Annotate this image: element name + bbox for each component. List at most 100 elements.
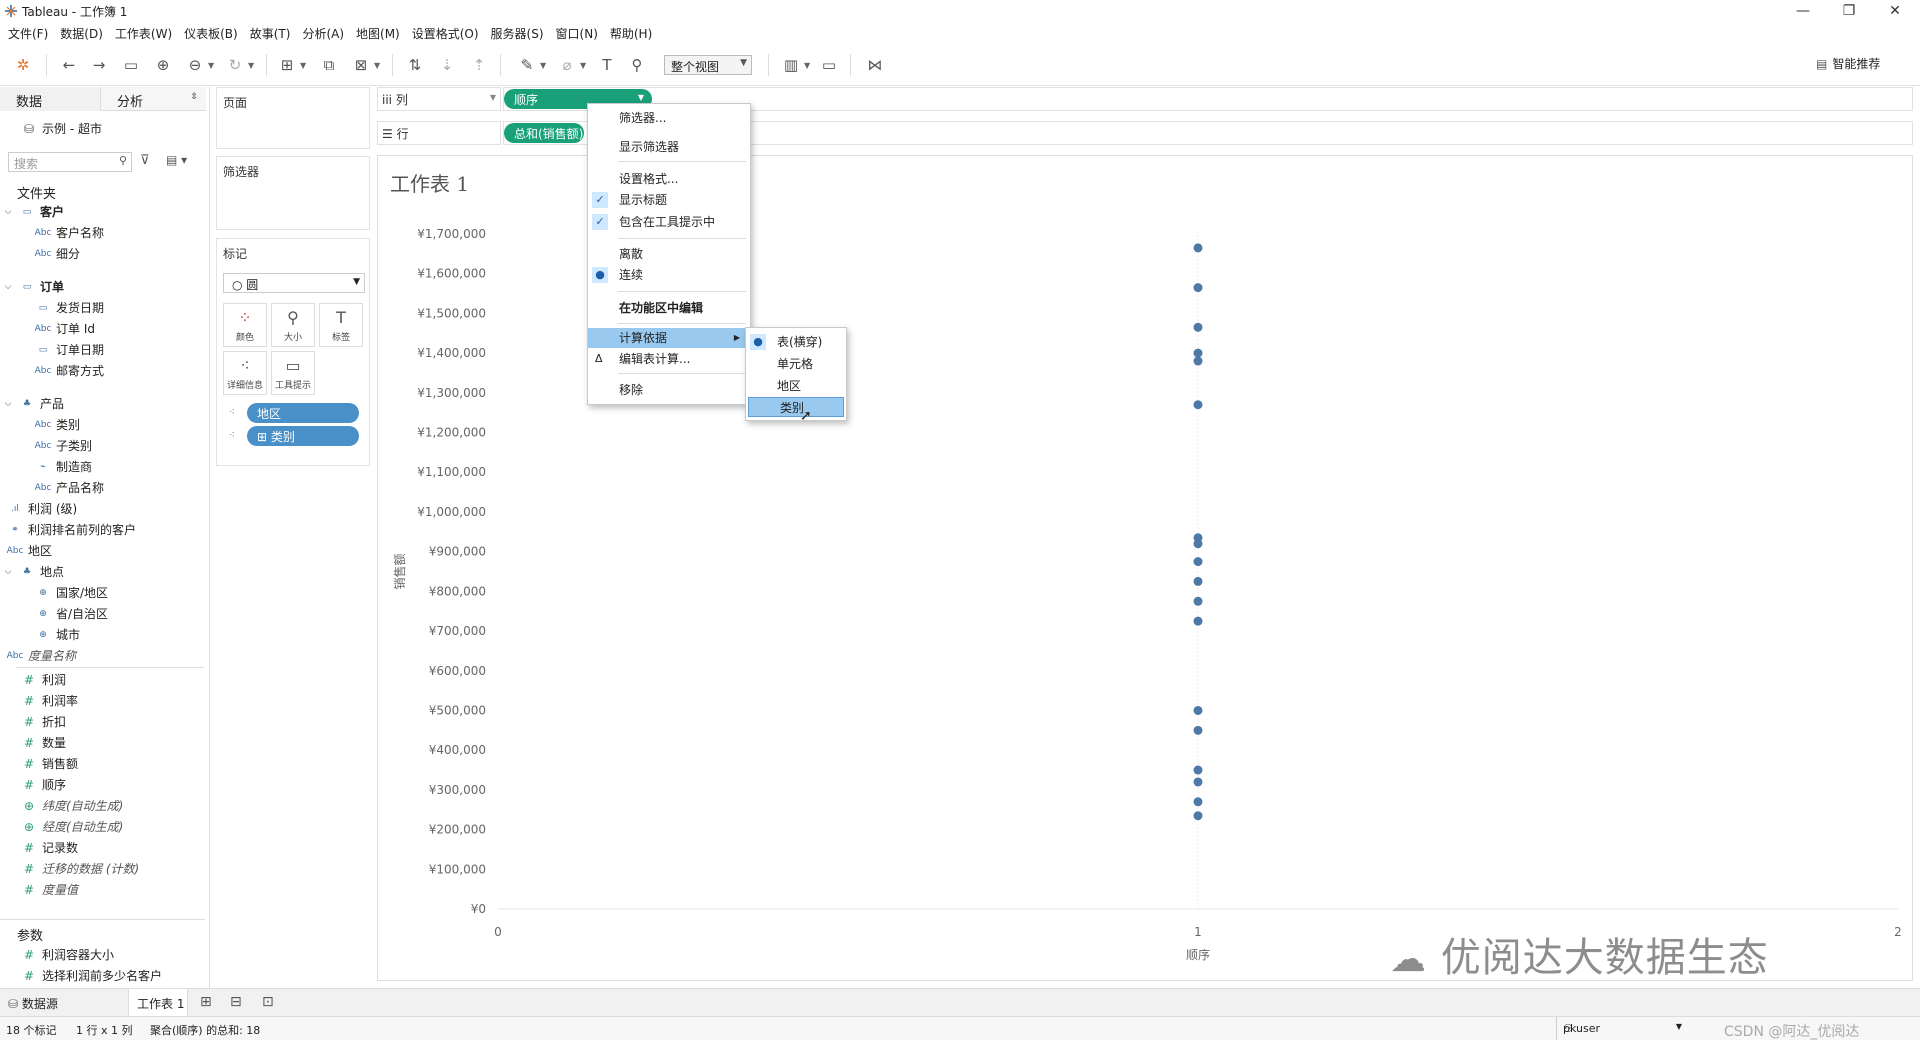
save-icon[interactable]: ▭ — [120, 54, 142, 76]
field-18[interactable]: ⊕ 省/自治区 — [0, 603, 205, 624]
field-31[interactable]: # 度量值 — [0, 879, 205, 900]
submenu-item-table-across[interactable]: ● 表(横穿) — [746, 332, 846, 352]
field-23[interactable]: # 折扣 — [0, 711, 205, 732]
menu-item-compute-using[interactable]: 计算依据 ▶ — [588, 328, 750, 348]
menu-0[interactable]: 文件(F) — [4, 25, 56, 42]
refresh-icon[interactable]: ↻ — [224, 54, 246, 76]
swap-icon[interactable]: ⇅ — [404, 54, 426, 76]
menu-item-format[interactable]: 设置格式... — [588, 169, 750, 189]
redo-icon[interactable]: → — [88, 54, 110, 76]
tab-analysis[interactable]: 分析 ⇳ — [100, 87, 206, 111]
menu-item-show-filter[interactable]: 显示筛选器 — [588, 137, 750, 157]
field-14[interactable]: ⚭ 利润排名前列的客户 — [0, 519, 205, 540]
field-7[interactable]: Abc 邮寄方式 — [0, 360, 205, 381]
filters-card[interactable]: 筛选器 — [216, 156, 370, 230]
mark-type-select[interactable]: ○ 圆 ▼ — [223, 273, 365, 293]
field-12[interactable]: Abc 产品名称 — [0, 477, 205, 498]
field-16[interactable]: ⌵ ♣ 地点 — [0, 561, 205, 582]
menu-7[interactable]: 设置格式(O) — [408, 25, 487, 42]
mark-pill-category[interactable]: ⊞ 类别 — [247, 426, 359, 446]
new-worksheet-icon[interactable]: ⊞ — [200, 994, 212, 1010]
tableau-start-icon[interactable]: ✲ — [12, 54, 34, 76]
mark-pill-region[interactable]: 地区 — [247, 403, 359, 423]
field-6[interactable]: ▭ 订单日期 — [0, 339, 205, 360]
field-11[interactable]: ⌁ 制造商 — [0, 456, 205, 477]
field-2[interactable]: Abc 细分 — [0, 243, 205, 264]
labels-icon[interactable]: T — [596, 54, 618, 76]
highlight-icon[interactable]: ✎ — [516, 54, 538, 76]
submenu-item-region[interactable]: 地区 — [746, 376, 846, 396]
field-17[interactable]: ⊕ 国家/地区 — [0, 582, 205, 603]
tab-datasource[interactable]: ⛁ 数据源 — [8, 995, 58, 1012]
label-button[interactable]: T 标签 — [319, 303, 363, 347]
show-me-button[interactable]: ▤ 智能推荐 — [1816, 55, 1880, 72]
field-20[interactable]: Abc 度量名称 — [0, 645, 205, 666]
new-datasource-icon[interactable]: ⊕ — [152, 54, 174, 76]
size-button[interactable]: ⚲ 大小 — [271, 303, 315, 347]
field-19[interactable]: ⊕ 城市 — [0, 624, 205, 645]
tab-data[interactable]: 数据 — [0, 87, 100, 111]
field-15[interactable]: Abc 地区 — [0, 540, 205, 561]
menu-item-discrete[interactable]: 离散 — [588, 244, 750, 264]
param-0[interactable]: # 利润容器大小 — [0, 944, 205, 965]
menu-8[interactable]: 服务器(S) — [487, 25, 552, 42]
detail-button[interactable]: ⁖ 详细信息 — [223, 351, 267, 395]
pages-card[interactable]: 页面 — [216, 87, 370, 149]
field-13[interactable]: .ıl 利润 (级) — [0, 498, 205, 519]
tab-sheet1[interactable]: 工作表 1 — [128, 989, 188, 1017]
user-menu[interactable]: ⚇ pkuser ▼ — [1556, 1017, 1686, 1040]
field-1[interactable]: Abc 客户名称 — [0, 222, 205, 243]
menu-2[interactable]: 工作表(W) — [111, 25, 180, 42]
new-story-icon[interactable]: ⊡ — [262, 994, 274, 1010]
show-cards-icon[interactable]: ▥ — [780, 54, 802, 76]
field-24[interactable]: # 数量 — [0, 732, 205, 753]
fit-select[interactable]: 整个视图 ▼ — [664, 55, 752, 75]
field-21[interactable]: # 利润 — [0, 669, 205, 690]
field-22[interactable]: # 利润率 — [0, 690, 205, 711]
field-25[interactable]: # 销售额 — [0, 753, 205, 774]
submenu-item-cell[interactable]: 单元格 — [746, 354, 846, 374]
menu-10[interactable]: 帮助(H) — [606, 25, 660, 42]
param-1[interactable]: # 选择利润前多少名客户 — [0, 965, 205, 986]
menu-item-continuous[interactable]: ● 连续 — [588, 265, 750, 285]
rows-pill[interactable]: 总和(销售额) — [504, 123, 584, 143]
menu-item-edit-in-shelf[interactable]: 在功能区中编辑 — [588, 298, 750, 318]
share-icon[interactable]: ⋈ — [864, 54, 886, 76]
field-8[interactable]: ⌵ ♣ 产品 — [0, 393, 205, 414]
menu-4[interactable]: 故事(T) — [246, 25, 299, 42]
close-button[interactable]: ✕ — [1872, 0, 1918, 22]
menu-6[interactable]: 地图(M) — [352, 25, 408, 42]
submenu-item-category[interactable]: 类别 — [748, 397, 844, 417]
sort-asc-icon[interactable]: ⇣ — [436, 54, 458, 76]
field-28[interactable]: ⊕ 经度(自动生成) — [0, 816, 205, 837]
pin-icon[interactable]: ⚲ — [626, 54, 648, 76]
menu-item-include-tooltip[interactable]: ✓ 包含在工具提示中 — [588, 212, 750, 232]
field-3[interactable]: ⌵ ▭ 订单 — [0, 276, 205, 297]
sort-desc-icon[interactable]: ⇡ — [468, 54, 490, 76]
field-29[interactable]: # 记录数 — [0, 837, 205, 858]
clear-sheet-icon[interactable]: ⊠ — [350, 54, 372, 76]
field-4[interactable]: ▭ 发货日期 — [0, 297, 205, 318]
tooltip-button[interactable]: ▭ 工具提示 — [271, 351, 315, 395]
new-dashboard-icon[interactable]: ⊟ — [230, 994, 242, 1010]
datasource-item[interactable]: ⛁ 示例 - 超市 — [16, 118, 221, 139]
menu-item-show-header[interactable]: ✓ 显示标题 — [588, 190, 750, 210]
menu-item-remove[interactable]: 移除 — [588, 380, 750, 400]
menu-item-edit-table-calc[interactable]: Δ 编辑表计算... — [588, 349, 750, 369]
presentation-icon[interactable]: ▭ — [818, 54, 840, 76]
pause-update-icon[interactable]: ⊖ — [184, 54, 206, 76]
menu-9[interactable]: 窗口(N) — [552, 25, 606, 42]
filter-icon[interactable]: ⊽ — [140, 153, 150, 168]
restore-button[interactable]: ❐ — [1826, 0, 1872, 22]
duplicate-icon[interactable]: ⧉ — [318, 54, 340, 76]
field-10[interactable]: Abc 子类别 — [0, 435, 205, 456]
field-26[interactable]: # 顺序 — [0, 774, 205, 795]
minimize-button[interactable]: — — [1780, 0, 1826, 22]
color-button[interactable]: ⁘ 颜色 — [223, 303, 267, 347]
undo-icon[interactable]: ← — [58, 54, 80, 76]
menu-5[interactable]: 分析(A) — [298, 25, 352, 42]
field-27[interactable]: ⊕ 纬度(自动生成) — [0, 795, 205, 816]
field-30[interactable]: # 迁移的数据 (计数) — [0, 858, 205, 879]
view-options-icon[interactable]: ▤ ▾ — [166, 153, 187, 167]
group-icon[interactable]: ⌀ — [556, 54, 578, 76]
